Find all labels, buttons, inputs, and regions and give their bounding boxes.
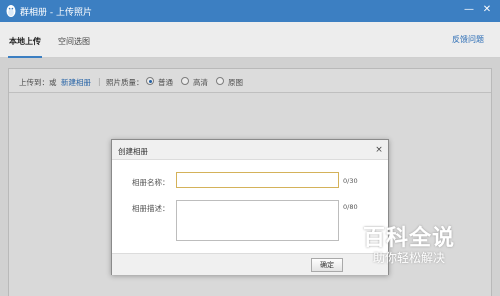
close-window-button[interactable]: ✕ xyxy=(480,2,494,18)
tab-local-upload[interactable]: 本地上传 xyxy=(9,36,41,47)
album-name-input[interactable] xyxy=(176,172,339,188)
watermark: 百科全说 助你轻松解决 xyxy=(353,218,497,290)
tab-bar: 本地上传 空间选图 反馈问题 xyxy=(0,22,500,58)
create-album-dialog: 创建相册 × 相册名称： 0/30 相册描述： 0/80 确定 xyxy=(111,139,389,275)
tab-space-select[interactable]: 空间选图 xyxy=(58,36,90,47)
title-bar: 群相册 - 上传照片 — ✕ xyxy=(0,0,500,22)
confirm-button[interactable]: 确定 xyxy=(311,258,343,272)
dialog-footer: 确定 xyxy=(112,253,388,275)
album-name-counter: 0/30 xyxy=(343,177,358,185)
feedback-link[interactable]: 反馈问题 xyxy=(452,34,484,45)
album-name-label: 相册名称： xyxy=(132,178,170,187)
dialog-header: 创建相册 × xyxy=(112,140,388,160)
qq-penguin-icon xyxy=(6,5,16,17)
minimize-button[interactable]: — xyxy=(462,2,476,18)
watermark-sub: 助你轻松解决 xyxy=(373,251,446,265)
album-desc-label: 相册描述： xyxy=(132,204,170,213)
window-title: 群相册 - 上传照片 xyxy=(20,8,92,18)
watermark-main: 百科全说 xyxy=(363,226,456,251)
album-desc-counter: 0/80 xyxy=(343,203,358,211)
album-desc-input[interactable] xyxy=(176,200,339,241)
dialog-title: 创建相册 xyxy=(118,147,148,156)
dialog-close-icon[interactable]: × xyxy=(374,144,384,156)
